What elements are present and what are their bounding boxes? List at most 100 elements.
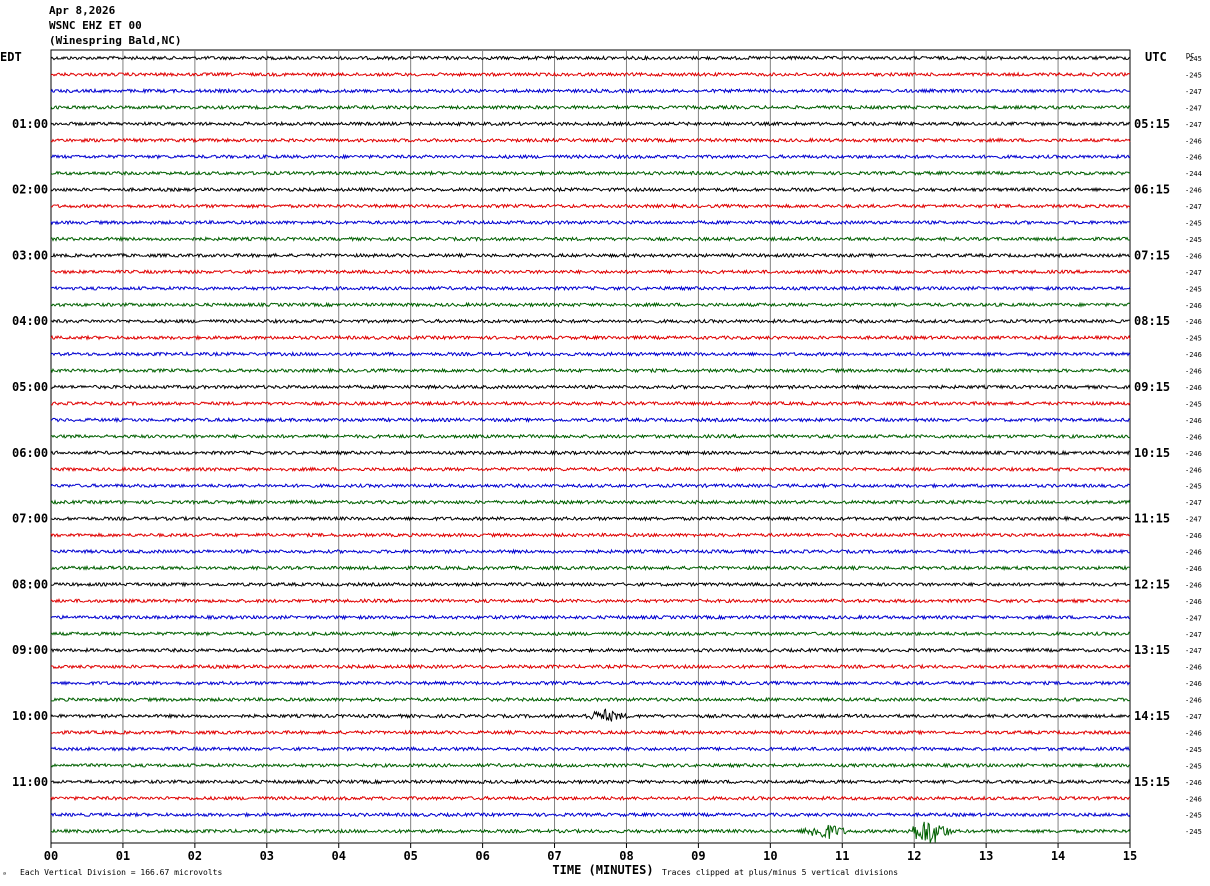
- dc-offset-label: -246: [1185, 252, 1202, 260]
- dc-offset-label: -245: [1185, 828, 1202, 836]
- trace-line: [50, 54, 1131, 62]
- dc-offset-label: -246: [1185, 581, 1202, 589]
- trace-line: [50, 169, 1131, 177]
- dc-offset-label: -246: [1185, 154, 1202, 162]
- trace-line: [50, 515, 1131, 522]
- trace-line: [50, 350, 1131, 358]
- dc-offset-label: -247: [1185, 104, 1202, 112]
- dc-offset-label: -245: [1185, 236, 1202, 244]
- utc-time-label: 14:15: [1134, 709, 1170, 723]
- dc-offset-label: -245: [1185, 762, 1202, 770]
- dc-offset-label: -246: [1185, 680, 1202, 688]
- utc-time-label: 13:15: [1134, 643, 1170, 657]
- dc-offset-label: -246: [1185, 318, 1202, 326]
- dc-offset-label: -246: [1185, 697, 1202, 705]
- trace-line: [50, 532, 1131, 538]
- x-tick-label: 05: [403, 849, 417, 863]
- dc-offset-label: -245: [1185, 812, 1202, 820]
- trace-line: [50, 564, 1131, 572]
- edt-time-label: 07:00: [12, 512, 48, 526]
- dc-offset-label: -247: [1185, 121, 1202, 129]
- dc-offset-label: -247: [1185, 516, 1202, 524]
- x-tick-label: 09: [691, 849, 705, 863]
- x-tick-label: 04: [332, 849, 346, 863]
- x-tick-label: 01: [116, 849, 130, 863]
- trace-line: [50, 821, 1131, 844]
- dc-offset-label: -246: [1185, 368, 1202, 376]
- edt-time-label: 11:00: [12, 775, 48, 789]
- x-tick-label: 03: [260, 849, 274, 863]
- edt-label: EDT: [0, 50, 22, 64]
- utc-time-label: 11:15: [1134, 512, 1170, 526]
- edt-time-label: 02:00: [12, 183, 48, 197]
- trace-line: [50, 416, 1131, 424]
- dc-offset-label: -246: [1185, 417, 1202, 425]
- trace-line: [50, 696, 1131, 703]
- trace-line: [50, 466, 1131, 473]
- trace-line: [50, 663, 1131, 670]
- dc-offset-label: -244: [1185, 170, 1202, 178]
- corner-mark: ᵃ: [2, 870, 7, 879]
- dc-offset-label: -246: [1185, 664, 1202, 672]
- dc-offset-label: -247: [1185, 269, 1202, 277]
- utc-time-label: 08:15: [1134, 314, 1170, 328]
- clip-note: Traces clipped at plus/minus 5 vertical …: [662, 868, 898, 877]
- x-tick-label: 02: [188, 849, 202, 863]
- trace-line: [50, 367, 1131, 374]
- x-tick-label: 13: [979, 849, 993, 863]
- dc-offset-label: -246: [1185, 549, 1202, 557]
- trace-line: [50, 597, 1131, 604]
- dc-offset-label: -245: [1185, 220, 1202, 228]
- x-tick-label: 08: [619, 849, 633, 863]
- trace-line: [50, 268, 1131, 275]
- x-tick-label: 12: [907, 849, 921, 863]
- trace-line: [50, 811, 1131, 818]
- trace-line: [50, 334, 1131, 341]
- trace-line: [50, 729, 1131, 736]
- edt-time-label: 09:00: [12, 643, 48, 657]
- trace-line: [50, 482, 1131, 489]
- dc-offset-label: -246: [1185, 466, 1202, 474]
- trace-line: [50, 202, 1131, 210]
- dc-offset-label: -246: [1185, 450, 1202, 458]
- seismogram-plot: EDT UTC DC01:00 05:1502:00 06:1503:00 07:1504…: [0, 49, 1202, 879]
- edt-time-label: 05:00: [12, 380, 48, 394]
- trace-line: [50, 614, 1131, 621]
- utc-time-label: 10:15: [1134, 446, 1170, 460]
- trace-line: [50, 548, 1130, 555]
- utc-time-label: 05:15: [1134, 117, 1170, 131]
- trace-line: [50, 433, 1131, 440]
- dc-offset-label: -247: [1185, 499, 1202, 507]
- x-tick-label: 00: [44, 849, 58, 863]
- x-tick-label: 15: [1123, 849, 1137, 863]
- dc-offset-label: -247: [1185, 631, 1202, 639]
- plot-frame: [50, 49, 1131, 844]
- trace-line: [50, 708, 1131, 722]
- trace-line: [50, 285, 1131, 292]
- trace-line: [50, 745, 1131, 752]
- utc-time-label: 06:15: [1134, 183, 1170, 197]
- dc-offset-label: -245: [1185, 55, 1202, 63]
- dc-offset-label: -246: [1185, 779, 1202, 787]
- trace-line: [50, 630, 1131, 637]
- trace-line: [50, 778, 1131, 785]
- dc-offset-label: -245: [1185, 71, 1202, 79]
- trace-line: [50, 120, 1131, 127]
- dc-offset-label: -246: [1185, 433, 1202, 441]
- trace-line: [50, 400, 1131, 407]
- dc-offset-label: -246: [1185, 351, 1202, 359]
- x-tick-label: 06: [475, 849, 489, 863]
- x-tick-label: 11: [835, 849, 849, 863]
- scale-note: Each Vertical Division = 166.67 microvol…: [20, 868, 222, 877]
- dc-offset-label: -245: [1185, 335, 1202, 343]
- trace-line: [50, 795, 1131, 802]
- trace-line: [50, 104, 1131, 111]
- trace-line: [51, 252, 1131, 259]
- trace-line: [50, 647, 1131, 654]
- trace-line: [50, 219, 1131, 226]
- edt-time-label: 08:00: [12, 577, 48, 591]
- edt-time-label: 06:00: [12, 446, 48, 460]
- dc-offset-label: -246: [1185, 187, 1202, 195]
- x-axis-title: TIME (MINUTES): [552, 863, 653, 877]
- trace-line: [50, 153, 1131, 160]
